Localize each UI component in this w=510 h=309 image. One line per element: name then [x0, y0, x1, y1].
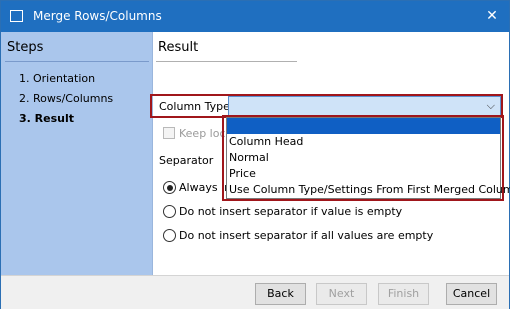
radio-value-empty[interactable]: [163, 205, 176, 218]
cancel-button[interactable]: Cancel: [446, 283, 497, 305]
separator-option-value-empty[interactable]: Do not insert separator if value is empt…: [163, 205, 402, 218]
column-type-label: Column Type: [159, 100, 230, 113]
next-button[interactable]: Next: [316, 283, 367, 305]
radio-always[interactable]: [163, 181, 176, 194]
step-orientation[interactable]: 1. Orientation: [19, 70, 113, 90]
window-title: Merge Rows/Columns: [33, 9, 162, 23]
radio-all-empty[interactable]: [163, 229, 176, 242]
window-icon: [10, 10, 23, 22]
dropdown-option-normal[interactable]: Normal: [227, 150, 500, 166]
close-icon[interactable]: ✕: [475, 1, 509, 32]
radio-all-empty-label: Do not insert separator if all values ar…: [179, 229, 434, 242]
result-divider: [156, 61, 297, 62]
result-heading: Result: [158, 40, 199, 55]
title-bar: Merge Rows/Columns ✕: [1, 1, 509, 32]
dropdown-option-price[interactable]: Price: [227, 166, 500, 182]
separator-option-always[interactable]: Always in: [163, 181, 231, 194]
keep-checkbox: [163, 127, 175, 139]
steps-list: 1. Orientation 2. Rows/Columns 3. Result: [19, 70, 113, 130]
chevron-down-icon[interactable]: ⌵: [487, 99, 495, 113]
back-button[interactable]: Back: [255, 283, 306, 305]
step-result[interactable]: 3. Result: [19, 110, 113, 130]
dropdown-option-use-first-merged[interactable]: Use Column Type/Settings From First Merg…: [227, 182, 510, 198]
column-type-dropdown: Column Head Normal Price Use Column Type…: [226, 117, 510, 199]
finish-button[interactable]: Finish: [378, 283, 429, 305]
separator-option-all-empty[interactable]: Do not insert separator if all values ar…: [163, 229, 433, 242]
steps-divider: [5, 61, 149, 62]
dropdown-option-column-head[interactable]: Column Head: [227, 134, 500, 150]
steps-heading: Steps: [7, 40, 44, 55]
dropdown-option-blank[interactable]: [227, 118, 500, 134]
step-rows-columns[interactable]: 2. Rows/Columns: [19, 90, 113, 110]
steps-sidebar: Steps 1. Orientation 2. Rows/Columns 3. …: [1, 32, 153, 275]
separator-label: Separator: [159, 154, 214, 167]
column-type-select[interactable]: ⌵: [228, 96, 501, 116]
radio-value-empty-label: Do not insert separator if value is empt…: [179, 205, 403, 218]
